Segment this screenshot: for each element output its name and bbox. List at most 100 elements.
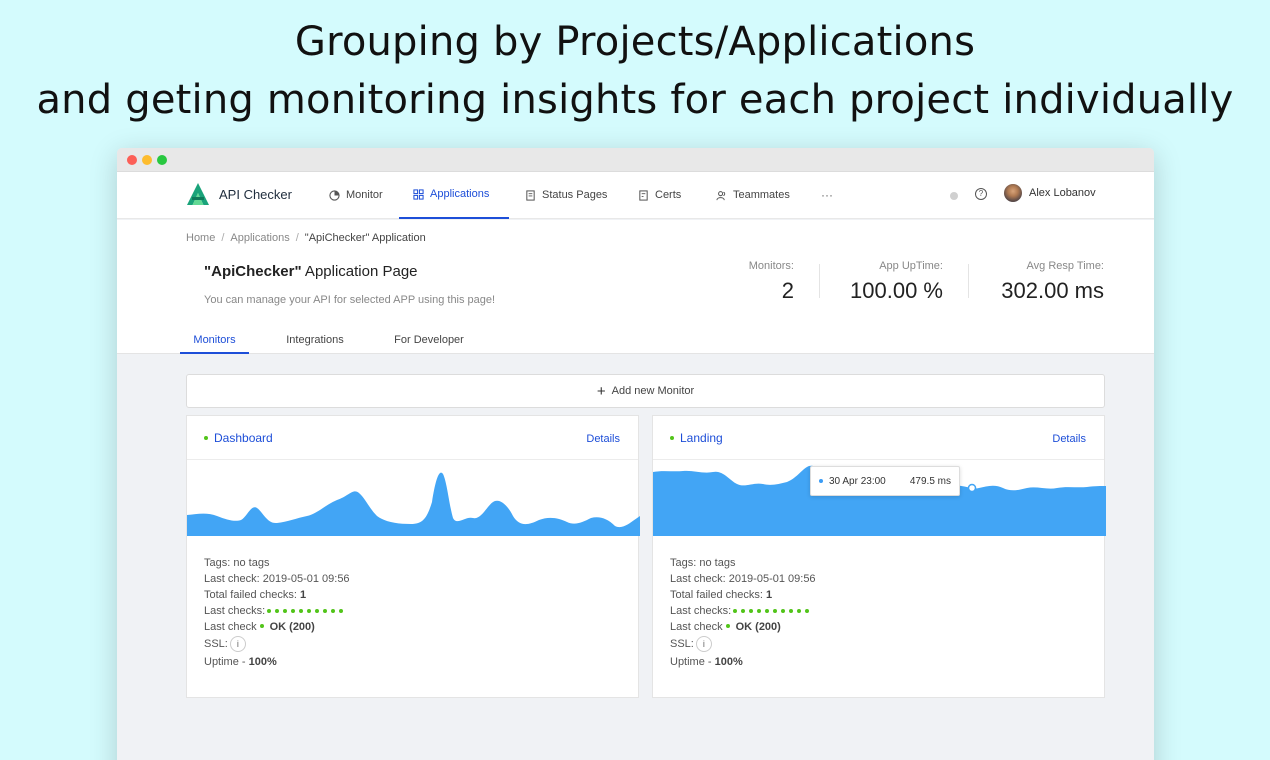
info-tags: Tags: no tags bbox=[204, 555, 350, 571]
check-ok-dot-icon bbox=[805, 609, 810, 614]
details-link[interactable]: Details bbox=[586, 433, 620, 445]
tab-integrations[interactable]: Integrations bbox=[285, 334, 345, 354]
info-label: Total failed checks: bbox=[204, 589, 297, 601]
tab-monitors[interactable]: Monitors bbox=[180, 334, 249, 354]
monitor-info: Tags: no tags Last check: 2019-05-01 09:… bbox=[204, 555, 350, 670]
breadcrumb-applications[interactable]: Applications bbox=[230, 232, 289, 244]
pie-chart-icon bbox=[329, 190, 340, 201]
chart-tooltip: 30 Apr 23:00 479.5 ms bbox=[810, 466, 960, 496]
grid-icon bbox=[413, 189, 424, 200]
nav-item-teammates[interactable]: Teammates bbox=[702, 172, 804, 219]
stat-label: Avg Resp Time: bbox=[1026, 260, 1104, 272]
page-title-rest: Application Page bbox=[301, 263, 418, 280]
info-uptime: Uptime - 100% bbox=[670, 654, 816, 670]
minimize-window-button[interactable] bbox=[142, 155, 152, 165]
stat-value: 2 bbox=[781, 278, 794, 303]
card-title-label: Landing bbox=[680, 431, 723, 445]
page-title: "ApiChecker" Application Page bbox=[204, 263, 418, 280]
plus-icon: + bbox=[596, 382, 606, 400]
avatar[interactable] bbox=[1004, 184, 1022, 202]
info-last-checks: Last checks: bbox=[670, 603, 816, 619]
user-name[interactable]: Alex Lobanov bbox=[1029, 187, 1096, 199]
last-checks-dots bbox=[733, 609, 810, 614]
certificate-icon bbox=[639, 190, 648, 201]
response-time-chart[interactable] bbox=[187, 460, 640, 536]
info-ssl: SSL: i bbox=[204, 636, 350, 653]
check-ok-dot-icon bbox=[765, 609, 770, 614]
breadcrumb-separator: / bbox=[221, 232, 225, 244]
page-subtitle: You can manage your API for selected APP… bbox=[204, 294, 496, 306]
info-failed-checks: Total failed checks: 1 bbox=[204, 587, 350, 603]
breadcrumb: Home / Applications / "ApiChecker" Applicati… bbox=[186, 232, 426, 244]
stat-value: 302.00 ms bbox=[1001, 278, 1104, 303]
check-ok-dot-icon bbox=[789, 609, 794, 614]
stat-label: Monitors: bbox=[748, 260, 794, 272]
headline-line-2: and geting monitoring insights for each … bbox=[36, 77, 1234, 123]
nav-item-label: Certs bbox=[655, 189, 682, 201]
card-title[interactable]: Dashboard bbox=[204, 431, 273, 445]
info-value: 2019-05-01 09:56 bbox=[728, 573, 816, 585]
nav-more-button[interactable]: ··· bbox=[807, 172, 847, 219]
breadcrumb-home[interactable]: Home bbox=[186, 232, 215, 244]
info-label: Last check bbox=[670, 621, 723, 633]
status-dot-icon bbox=[204, 436, 208, 440]
page-title-app-name: "ApiChecker" bbox=[204, 263, 302, 280]
tab-for-developer[interactable]: For Developer bbox=[393, 334, 465, 354]
response-time-area bbox=[187, 472, 640, 536]
check-ok-dot-icon bbox=[749, 609, 754, 614]
check-ok-dot-icon bbox=[283, 609, 288, 614]
headline-line-1: Grouping by Projects/Applications bbox=[294, 19, 976, 65]
info-value: 100% bbox=[248, 656, 277, 669]
api-checker-logo-icon[interactable] bbox=[186, 182, 210, 206]
last-checks-dots bbox=[267, 609, 344, 614]
add-monitor-button[interactable]: + Add new Monitor bbox=[186, 374, 1105, 408]
ssl-info-icon[interactable]: i bbox=[695, 636, 712, 653]
series-dot-icon bbox=[819, 479, 823, 483]
info-label: Last check bbox=[204, 621, 257, 633]
stat-monitors: Monitors: 2 bbox=[749, 260, 794, 304]
details-link[interactable]: Details bbox=[1052, 433, 1086, 445]
check-ok-dot-icon bbox=[307, 609, 312, 614]
check-ok-dot-icon bbox=[773, 609, 778, 614]
check-ok-dot-icon bbox=[331, 609, 336, 614]
info-label: Tags: bbox=[670, 557, 697, 569]
window-titlebar bbox=[117, 148, 1154, 172]
status-indicator-icon bbox=[950, 192, 958, 200]
info-label: Last checks: bbox=[204, 605, 266, 617]
check-ok-dot-icon bbox=[733, 609, 738, 614]
info-label: SSL: bbox=[670, 638, 694, 650]
card-header: Dashboard Details bbox=[187, 416, 638, 460]
nav-item-applications[interactable]: Applications bbox=[399, 172, 509, 219]
info-label: Last checks: bbox=[670, 605, 732, 617]
breadcrumb-separator: / bbox=[295, 232, 299, 244]
nav-item-status-pages[interactable]: Status Pages bbox=[511, 172, 621, 219]
check-ok-dot-icon bbox=[323, 609, 328, 614]
help-icon[interactable]: ? bbox=[975, 188, 987, 200]
card-title[interactable]: Landing bbox=[670, 431, 723, 445]
tooltip-value: 479.5 ms bbox=[909, 475, 951, 487]
stat-avg-resp-time: Avg Resp Time: 302.00 ms bbox=[1001, 260, 1104, 304]
info-value: no tags bbox=[699, 557, 736, 569]
card-header: Landing Details bbox=[653, 416, 1104, 460]
check-ok-dot-icon bbox=[741, 609, 746, 614]
stat-uptime: App UpTime: 100.00 % bbox=[850, 260, 943, 304]
info-last-check: Last check: 2019-05-01 09:56 bbox=[670, 571, 816, 587]
check-ok-dot-icon bbox=[757, 609, 762, 614]
info-value: 1 bbox=[766, 589, 773, 601]
close-window-button[interactable] bbox=[127, 155, 137, 165]
monitor-info: Tags: no tags Last check: 2019-05-01 09:… bbox=[670, 555, 816, 670]
brand-name[interactable]: API Checker bbox=[219, 187, 292, 202]
info-last-check: Last check: 2019-05-01 09:56 bbox=[204, 571, 350, 587]
nav-item-certs[interactable]: Certs bbox=[624, 172, 695, 219]
info-value: OK (200) bbox=[735, 621, 781, 633]
maximize-window-button[interactable] bbox=[157, 155, 167, 165]
info-uptime: Uptime - 100% bbox=[204, 654, 350, 670]
info-value: 100% bbox=[714, 656, 743, 669]
nav-item-monitor[interactable]: Monitor bbox=[315, 172, 397, 219]
monitor-card-landing: Landing Details 30 Apr 23:00 479.5 ms Ta… bbox=[652, 415, 1106, 698]
info-label: Total failed checks: bbox=[670, 589, 763, 601]
ssl-info-icon[interactable]: i bbox=[229, 636, 246, 653]
app-window: API Checker Monitor Applications Status … bbox=[117, 148, 1154, 760]
check-ok-dot-icon bbox=[275, 609, 280, 614]
nav-item-label: Monitor bbox=[346, 189, 383, 201]
